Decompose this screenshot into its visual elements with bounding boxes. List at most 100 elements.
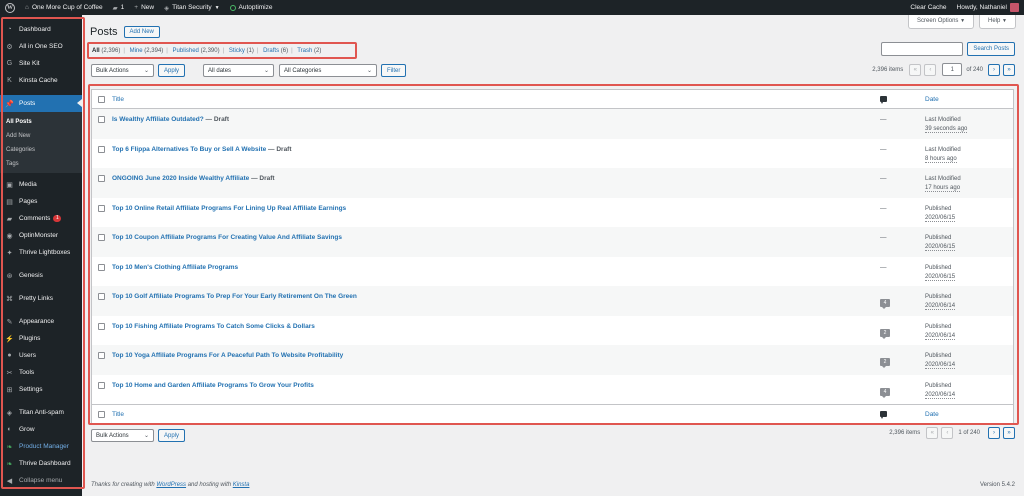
wordpress-logo-button[interactable]: W bbox=[0, 0, 20, 15]
comments-column-footer[interactable] bbox=[880, 411, 925, 419]
first-page-button[interactable]: « bbox=[926, 427, 939, 439]
row-checkbox[interactable] bbox=[98, 175, 105, 182]
date-column-header[interactable]: Date bbox=[925, 96, 1013, 103]
search-posts-button[interactable]: Search Posts bbox=[967, 42, 1015, 56]
apply-bulk-button-bottom[interactable]: Apply bbox=[158, 429, 186, 442]
row-checkbox[interactable] bbox=[98, 322, 105, 330]
collapse-menu-button[interactable]: ◀ Collapse menu bbox=[0, 472, 82, 489]
sidebar-item-grow[interactable]: ◐ Grow bbox=[0, 421, 82, 438]
sidebar-item-site-kit[interactable]: G Site Kit bbox=[0, 55, 82, 72]
add-new-post-button[interactable]: Add New bbox=[123, 26, 160, 38]
sidebar-item-titan-anti-spam[interactable]: ◈ Titan Anti-spam bbox=[0, 404, 82, 421]
view-all-link[interactable]: All (2,396) bbox=[92, 48, 120, 54]
row-checkbox[interactable] bbox=[98, 352, 105, 359]
comment-count-bubble[interactable]: 2 bbox=[880, 358, 890, 368]
sidebar-item-product-manager[interactable]: ❧ Product Manager bbox=[0, 438, 82, 455]
new-content-menu[interactable]: + New bbox=[129, 0, 159, 15]
post-title-link[interactable]: Top 10 Men's Clothing Affiliate Programs bbox=[112, 264, 238, 271]
sidebar-item-thrive-dashboard[interactable]: ❧ Thrive Dashboard bbox=[0, 455, 82, 472]
sidebar-item-genesis[interactable]: ⊛ Genesis bbox=[0, 267, 82, 284]
sidebar-item-settings[interactable]: ⊞ Settings bbox=[0, 381, 82, 398]
row-checkbox[interactable] bbox=[98, 263, 105, 271]
comments-count-badge: 1 bbox=[53, 215, 62, 222]
sidebar-item-appearance[interactable]: ✎ Appearance bbox=[0, 313, 82, 330]
submenu-add-new[interactable]: Add New bbox=[0, 129, 82, 143]
submenu-categories[interactable]: Categories bbox=[0, 143, 82, 157]
view-sticky-link[interactable]: Sticky (1) bbox=[229, 48, 254, 54]
sidebar-item-kinsta-cache[interactable]: K Kinsta Cache bbox=[0, 72, 82, 89]
sidebar-item-thrive-lightboxes[interactable]: ✦ Thrive Lightboxes bbox=[0, 244, 82, 261]
sidebar-item-comments[interactable]: ▰ Comments 1 bbox=[0, 210, 82, 227]
select-all-checkbox[interactable] bbox=[98, 95, 105, 103]
title-column-header[interactable]: Title bbox=[112, 96, 880, 103]
titan-security-menu[interactable]: ◈ Titan Security ▼ bbox=[159, 0, 224, 15]
sidebar-item-posts[interactable]: 📌 Posts bbox=[0, 95, 82, 112]
comments-cell: 2 bbox=[880, 323, 925, 339]
current-page-input[interactable]: 1 bbox=[942, 63, 963, 76]
sidebar-item-media[interactable]: ▣ Media bbox=[0, 176, 82, 193]
post-title-link[interactable]: Top 10 Coupon Affiliate Programs For Cre… bbox=[112, 234, 342, 241]
category-filter-select[interactable]: All Categories ⌄ bbox=[279, 64, 378, 77]
sidebar-item-pages[interactable]: ▤ Pages bbox=[0, 193, 82, 210]
sidebar-item-users[interactable]: ● Users bbox=[0, 347, 82, 364]
sidebar-item-tools[interactable]: ✂ Tools bbox=[0, 364, 82, 381]
autoptimize-menu[interactable]: Autoptimize bbox=[225, 0, 278, 15]
next-page-button[interactable]: › bbox=[988, 427, 1000, 439]
post-title-link[interactable]: Top 6 Flippa Alternatives To Buy or Sell… bbox=[112, 146, 266, 153]
clear-cache-button[interactable]: Clear Cache bbox=[905, 0, 951, 15]
help-tab[interactable]: Help ▼ bbox=[979, 15, 1016, 29]
submenu-tags[interactable]: Tags bbox=[0, 157, 82, 171]
row-checkbox[interactable] bbox=[98, 293, 105, 300]
filter-button[interactable]: Filter bbox=[381, 64, 407, 77]
site-name-link[interactable]: ⌂ One More Cup of Coffee bbox=[20, 0, 108, 15]
date-cell: Published 2020/06/14 bbox=[925, 293, 1013, 310]
prev-page-button[interactable]: ‹ bbox=[924, 63, 937, 76]
post-title-link[interactable]: Top 10 Online Retail Affiliate Programs … bbox=[112, 205, 346, 212]
screen-options-tab[interactable]: Screen Options ▼ bbox=[908, 15, 975, 29]
row-checkbox[interactable] bbox=[98, 116, 105, 123]
view-drafts-link[interactable]: Drafts (6) bbox=[263, 48, 288, 54]
sidebar-item-all-in-one-seo[interactable]: ⚙ All in One SEO bbox=[0, 38, 82, 55]
row-checkbox[interactable] bbox=[98, 234, 105, 241]
next-page-button[interactable]: › bbox=[988, 63, 1000, 76]
wordpress-link[interactable]: WordPress bbox=[156, 482, 186, 488]
view-trash-link[interactable]: Trash (2) bbox=[297, 48, 321, 54]
post-title-link[interactable]: Top 10 Golf Affiliate Programs To Prep F… bbox=[112, 293, 357, 300]
last-page-button[interactable]: » bbox=[1003, 63, 1015, 76]
sidebar-item-plugins[interactable]: ⚡ Plugins bbox=[0, 330, 82, 347]
title-column-footer[interactable]: Title bbox=[112, 411, 880, 418]
post-title-link[interactable]: Top 10 Yoga Affiliate Programs For A Pea… bbox=[112, 352, 343, 359]
first-page-button[interactable]: « bbox=[909, 63, 922, 76]
comment-count-bubble[interactable]: 2 bbox=[880, 328, 890, 339]
row-checkbox[interactable] bbox=[98, 381, 105, 389]
post-title-link[interactable]: Is Wealthy Affiliate Outdated? bbox=[112, 116, 204, 123]
sidebar-item-pretty-links[interactable]: ⌘ Pretty Links bbox=[0, 290, 82, 307]
row-checkbox[interactable] bbox=[98, 204, 105, 212]
row-checkbox[interactable] bbox=[98, 145, 105, 153]
bulk-actions-select[interactable]: Bulk Actions ⌄ bbox=[91, 64, 154, 77]
post-title-link[interactable]: Top 10 Home and Garden Affiliate Program… bbox=[112, 382, 314, 389]
select-all-checkbox[interactable] bbox=[98, 410, 105, 418]
post-title-cell: Top 10 Golf Affiliate Programs To Prep F… bbox=[112, 293, 880, 300]
comments-cell: — bbox=[880, 205, 925, 212]
comment-count-bubble[interactable]: 4 bbox=[880, 387, 890, 398]
sidebar-item-dashboard[interactable]: ◔ Dashboard bbox=[0, 21, 82, 38]
apply-bulk-button[interactable]: Apply bbox=[158, 64, 186, 77]
date-column-footer[interactable]: Date bbox=[925, 411, 1013, 418]
comment-count-bubble[interactable]: 4 bbox=[880, 299, 890, 309]
search-posts-input[interactable] bbox=[881, 42, 964, 56]
account-menu[interactable]: Howdy, Nathaniel bbox=[952, 0, 1024, 15]
post-title-link[interactable]: ONGOING June 2020 Inside Wealthy Affilia… bbox=[112, 175, 249, 182]
date-filter-select[interactable]: All dates ⌄ bbox=[203, 64, 275, 77]
kinsta-link[interactable]: Kinsta bbox=[233, 482, 250, 488]
bulk-actions-select-bottom[interactable]: Bulk Actions ⌄ bbox=[91, 429, 154, 442]
comments-link[interactable]: ▰ 1 bbox=[108, 0, 130, 15]
comments-column-header[interactable] bbox=[880, 96, 925, 104]
last-page-button[interactable]: » bbox=[1003, 427, 1015, 439]
submenu-all-posts[interactable]: All Posts bbox=[0, 115, 82, 129]
view-published-link[interactable]: Published (2,390) bbox=[173, 48, 220, 54]
prev-page-button[interactable]: ‹ bbox=[941, 427, 954, 439]
post-title-link[interactable]: Top 10 Fishing Affiliate Programs To Cat… bbox=[112, 323, 315, 330]
view-mine-link[interactable]: Mine (2,394) bbox=[130, 48, 164, 54]
sidebar-item-optinmonster[interactable]: ◉ OptinMonster bbox=[0, 227, 82, 244]
